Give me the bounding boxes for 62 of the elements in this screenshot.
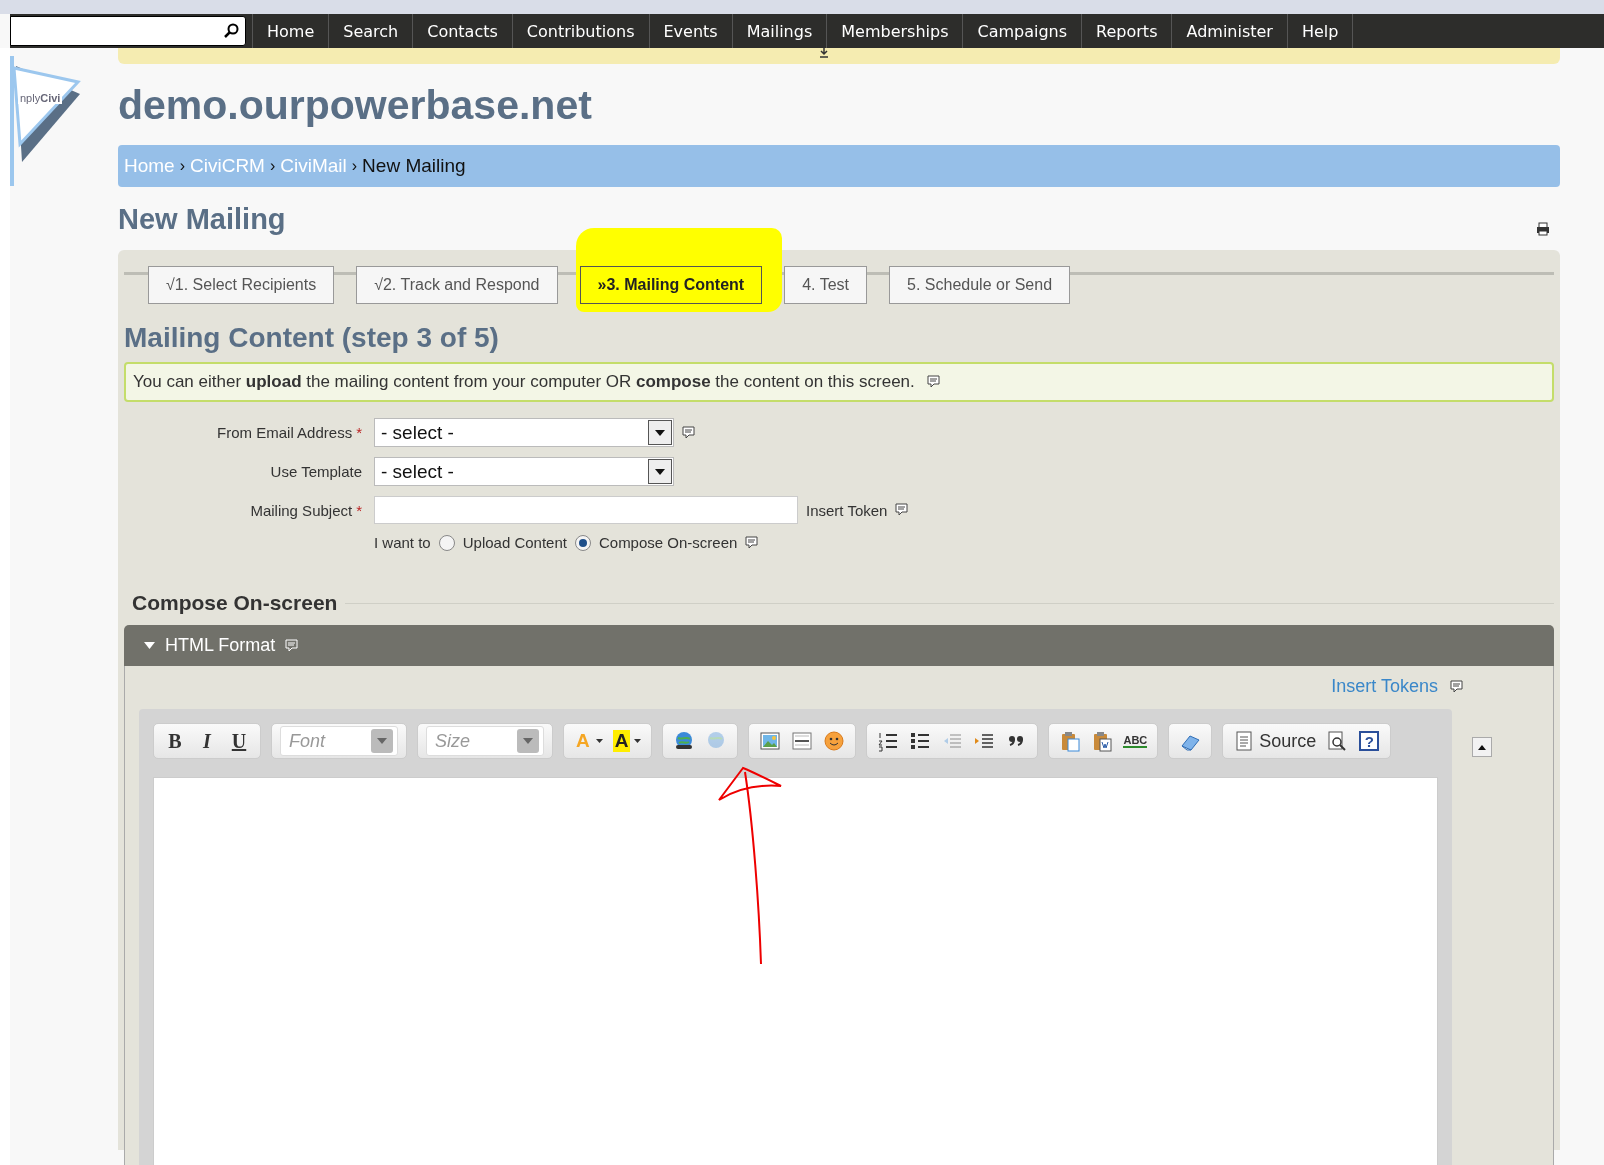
help-icon[interactable] <box>745 535 759 550</box>
breadcrumb-separator: › <box>179 157 185 175</box>
help-icon[interactable] <box>926 375 940 389</box>
field-label: From Email Address * <box>216 424 362 441</box>
search-field[interactable] <box>10 16 246 46</box>
wizard-step-tab[interactable]: »3. Mailing Content <box>579 266 763 304</box>
spellcheck-button[interactable]: ABC <box>1121 727 1150 755</box>
field-label: Use Template <box>269 463 362 480</box>
page-title: New Mailing <box>118 203 286 236</box>
dropdown-icon <box>371 729 393 753</box>
dropdown-icon <box>648 459 672 484</box>
clipboard-document-icon <box>1091 730 1114 752</box>
caret-icon <box>634 739 642 743</box>
breadcrumb-separator: › <box>351 157 358 175</box>
insert-token-link[interactable]: Insert Token <box>806 501 888 519</box>
caret-icon <box>144 642 155 649</box>
print-icon[interactable] <box>1536 222 1550 236</box>
radio-option-label[interactable]: Upload Content <box>462 534 567 551</box>
input-field[interactable] <box>374 496 798 524</box>
logo-text: nplyCivi <box>18 92 63 104</box>
search-icon <box>223 23 239 39</box>
caret-icon <box>595 739 603 743</box>
radio-button[interactable] <box>574 534 591 551</box>
radio-option-label[interactable]: Compose On-screen <box>598 534 738 551</box>
bold-button[interactable]: B <box>162 727 188 755</box>
smiley-icon <box>823 730 846 752</box>
collapse-button[interactable] <box>1472 737 1492 757</box>
background-color-button[interactable]: A <box>610 727 644 755</box>
section-heading: Compose On-screen <box>132 591 338 615</box>
select-field[interactable]: - select - <box>374 418 674 447</box>
image-icon <box>759 730 782 752</box>
source-button[interactable]: Source <box>1231 727 1319 755</box>
radio-label: I want to <box>374 534 431 551</box>
info-text: You can either upload the mailing content from your computer OR compose the content on this screen. <box>133 372 915 392</box>
dropdown-icon <box>517 729 539 753</box>
clipboard-icon <box>1059 730 1082 752</box>
numbered-list-icon <box>877 730 900 752</box>
site-title: demo.ourpowerbase.net <box>118 82 593 129</box>
accordion-title: HTML Format <box>165 635 276 656</box>
help-icon[interactable] <box>895 503 909 517</box>
accordion-header[interactable]: HTML Format <box>124 625 1554 666</box>
wizard-step-tab[interactable]: √1. Select Recipients <box>148 266 335 304</box>
caret-icon <box>1478 744 1486 750</box>
italic-glyph: I <box>203 729 211 753</box>
help-icon[interactable] <box>682 425 695 440</box>
dropdown-icon <box>648 420 672 445</box>
breadcrumb-current: New Mailing <box>362 155 466 177</box>
radio-button[interactable] <box>438 534 455 551</box>
wizard-step-tab[interactable]: √2. Track and Respond <box>356 266 558 304</box>
section-title: Mailing Content (step 3 of 5) <box>124 322 500 354</box>
help-icon[interactable] <box>1450 679 1463 694</box>
wizard-step-tab[interactable]: 4. Test <box>784 266 868 304</box>
select-field[interactable]: - select - <box>374 457 674 486</box>
italic-button[interactable]: I <box>194 727 220 755</box>
bold-glyph: B <box>168 729 182 753</box>
underline-glyph: U <box>231 729 247 753</box>
bulleted-list-icon <box>909 730 932 752</box>
underline-button[interactable]: U <box>226 727 252 755</box>
field-label: Mailing Subject * <box>249 501 362 519</box>
breadcrumb-separator: › <box>269 157 276 175</box>
wizard-step-tab[interactable]: 5. Schedule or Send <box>889 266 1071 304</box>
help-icon[interactable] <box>285 638 299 653</box>
